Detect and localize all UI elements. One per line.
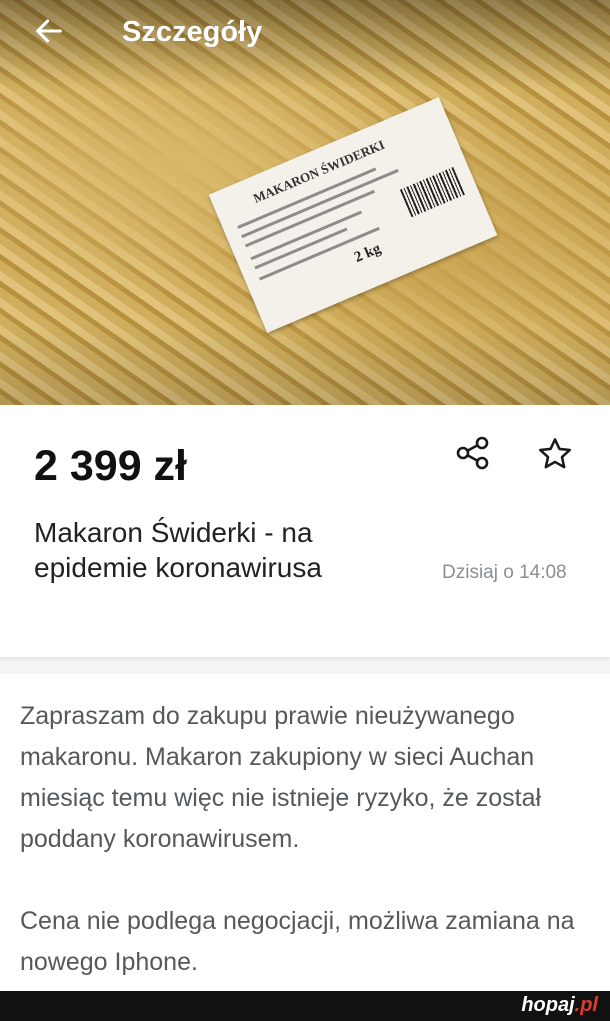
label-title: MAKARON ŚWIDERKI xyxy=(250,136,387,206)
barcode xyxy=(399,167,465,218)
watermark-bar: hopaj.pl xyxy=(0,991,610,1021)
listing-price: 2 399 zł xyxy=(34,442,187,490)
star-outline-icon[interactable] xyxy=(536,435,574,473)
listing-summary-card: 2 399 zł Makaron Świderki - na epidemie … xyxy=(0,405,610,657)
app-bar: Szczegóły xyxy=(0,0,610,64)
page-title: Szczegóły xyxy=(122,16,263,48)
arrow-left-icon[interactable] xyxy=(32,14,66,48)
watermark-logo: hopaj.pl xyxy=(521,994,598,1016)
product-label: MAKARON ŚWIDERKI 2 kg xyxy=(208,97,498,333)
listing-title: Makaron Świderki - na epidemie koronawir… xyxy=(34,517,322,583)
listing-description: Zapraszam do zakupu prawie nieużywanego … xyxy=(0,674,610,991)
description-paragraph: Zapraszam do zakupu prawie nieużywanego … xyxy=(20,702,542,853)
share-icon[interactable] xyxy=(455,435,491,471)
listing-date: Dzisiaj o 14:08 xyxy=(442,562,567,583)
description-paragraph: Cena nie podlega negocjacji, możliwa zam… xyxy=(20,907,575,976)
label-weight: 2 kg xyxy=(352,240,384,266)
